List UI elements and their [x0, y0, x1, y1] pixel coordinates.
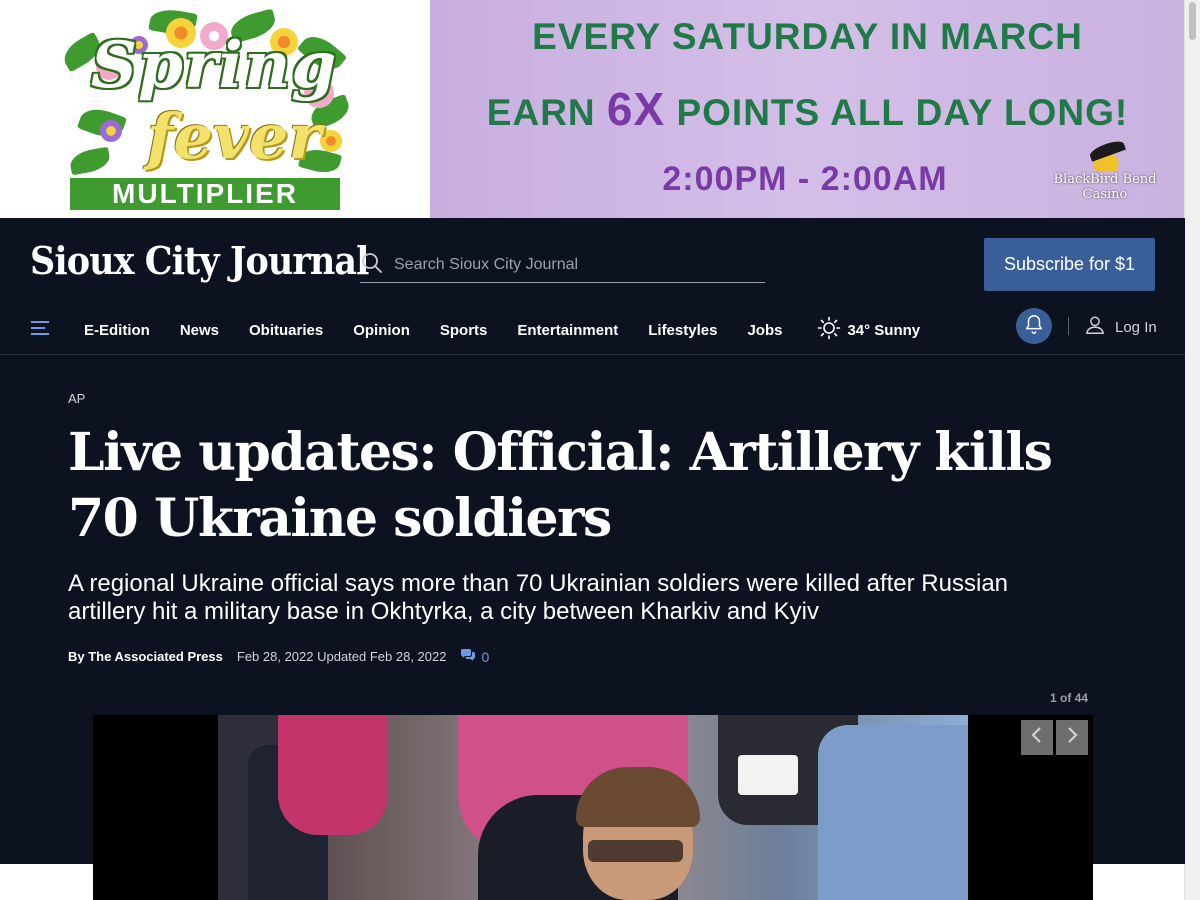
nav-item-jobs[interactable]: Jobs: [747, 322, 782, 339]
article-headline: Live updates: Official: Artillery kills …: [68, 422, 1053, 549]
sun-icon: [817, 316, 847, 344]
nav-divider: [1068, 317, 1069, 335]
article-kicker[interactable]: AP: [68, 391, 85, 406]
main-navigation: E-Edition News Obituaries Opinion Sports…: [0, 306, 1185, 355]
promo-multiplier: 6X: [606, 83, 666, 135]
nav-items: E-Edition News Obituaries Opinion Sports…: [84, 306, 920, 354]
nav-item-obituaries[interactable]: Obituaries: [249, 322, 323, 339]
multiplier-text: MULTIPLIER: [70, 178, 340, 210]
byline-author[interactable]: By The Associated Press: [68, 649, 223, 664]
bell-icon: [1023, 313, 1045, 340]
promo-panel: EVERY SATURDAY IN MARCH EARN 6X POINTS A…: [430, 0, 1185, 218]
promo-earn: EARN: [486, 92, 607, 133]
nav-item-opinion[interactable]: Opinion: [353, 322, 410, 339]
casino-logo: BlackBird Bend Casino: [1045, 146, 1165, 208]
nav-item-sports[interactable]: Sports: [440, 322, 488, 339]
login-link[interactable]: Log In: [1084, 314, 1157, 340]
search-bar[interactable]: [360, 248, 765, 283]
search-icon[interactable]: [360, 251, 392, 280]
promo-points: POINTS ALL DAY LONG!: [665, 92, 1129, 133]
fever-text: fever: [146, 100, 322, 173]
nav-item-lifestyles[interactable]: Lifestyles: [648, 322, 717, 339]
article-byline: By The Associated Press Feb 28, 2022 Upd…: [68, 648, 489, 665]
spring-fever-ad-logo: Spring fever MULTIPLIER: [0, 0, 430, 218]
casino-name: BlackBird Bend: [1053, 172, 1157, 187]
page-scrollbar[interactable]: [1184, 0, 1200, 900]
gallery-prev-button[interactable]: [1021, 720, 1053, 755]
notifications-button[interactable]: [1016, 308, 1052, 344]
nav-item-entertainment[interactable]: Entertainment: [517, 322, 618, 339]
article-dek: A regional Ukraine official says more th…: [68, 570, 1009, 625]
gallery-next-button[interactable]: [1056, 720, 1088, 755]
blackbird-icon: [1081, 146, 1131, 172]
nav-item-e-edition[interactable]: E-Edition: [84, 322, 150, 339]
scrollbar-thumb[interactable]: [1189, 2, 1196, 40]
comment-count: 0: [481, 648, 490, 665]
subscribe-button[interactable]: Subscribe for $1: [984, 238, 1155, 291]
gallery-counter: 1 of 44: [1050, 691, 1089, 705]
login-label: Log In: [1115, 318, 1157, 336]
search-input[interactable]: [392, 255, 756, 275]
photo-gallery[interactable]: [93, 715, 1093, 900]
site-masthead-logo[interactable]: Sioux City Journal: [30, 238, 369, 283]
chevron-left-icon: [1030, 726, 1044, 749]
promo-line-2: EARN 6X POINTS ALL DAY LONG!: [430, 82, 1185, 136]
user-icon: [1084, 314, 1115, 340]
weather-widget[interactable]: 34° Sunny: [817, 316, 920, 344]
byline-date: Feb 28, 2022 Updated Feb 28, 2022: [236, 649, 447, 664]
comments-link[interactable]: 0: [460, 648, 489, 665]
spring-text: Spring: [90, 28, 338, 103]
gallery-photo[interactable]: [218, 715, 968, 900]
nav-item-news[interactable]: News: [180, 322, 219, 339]
comment-icon: [460, 648, 481, 665]
casino-word: Casino: [1082, 187, 1128, 202]
promo-line-1: EVERY SATURDAY IN MARCH: [532, 16, 1083, 57]
chevron-right-icon: [1065, 726, 1079, 749]
weather-text: 34° Sunny: [847, 321, 921, 339]
ad-banner[interactable]: Spring fever MULTIPLIER EVERY SATURDAY I…: [0, 0, 1185, 218]
